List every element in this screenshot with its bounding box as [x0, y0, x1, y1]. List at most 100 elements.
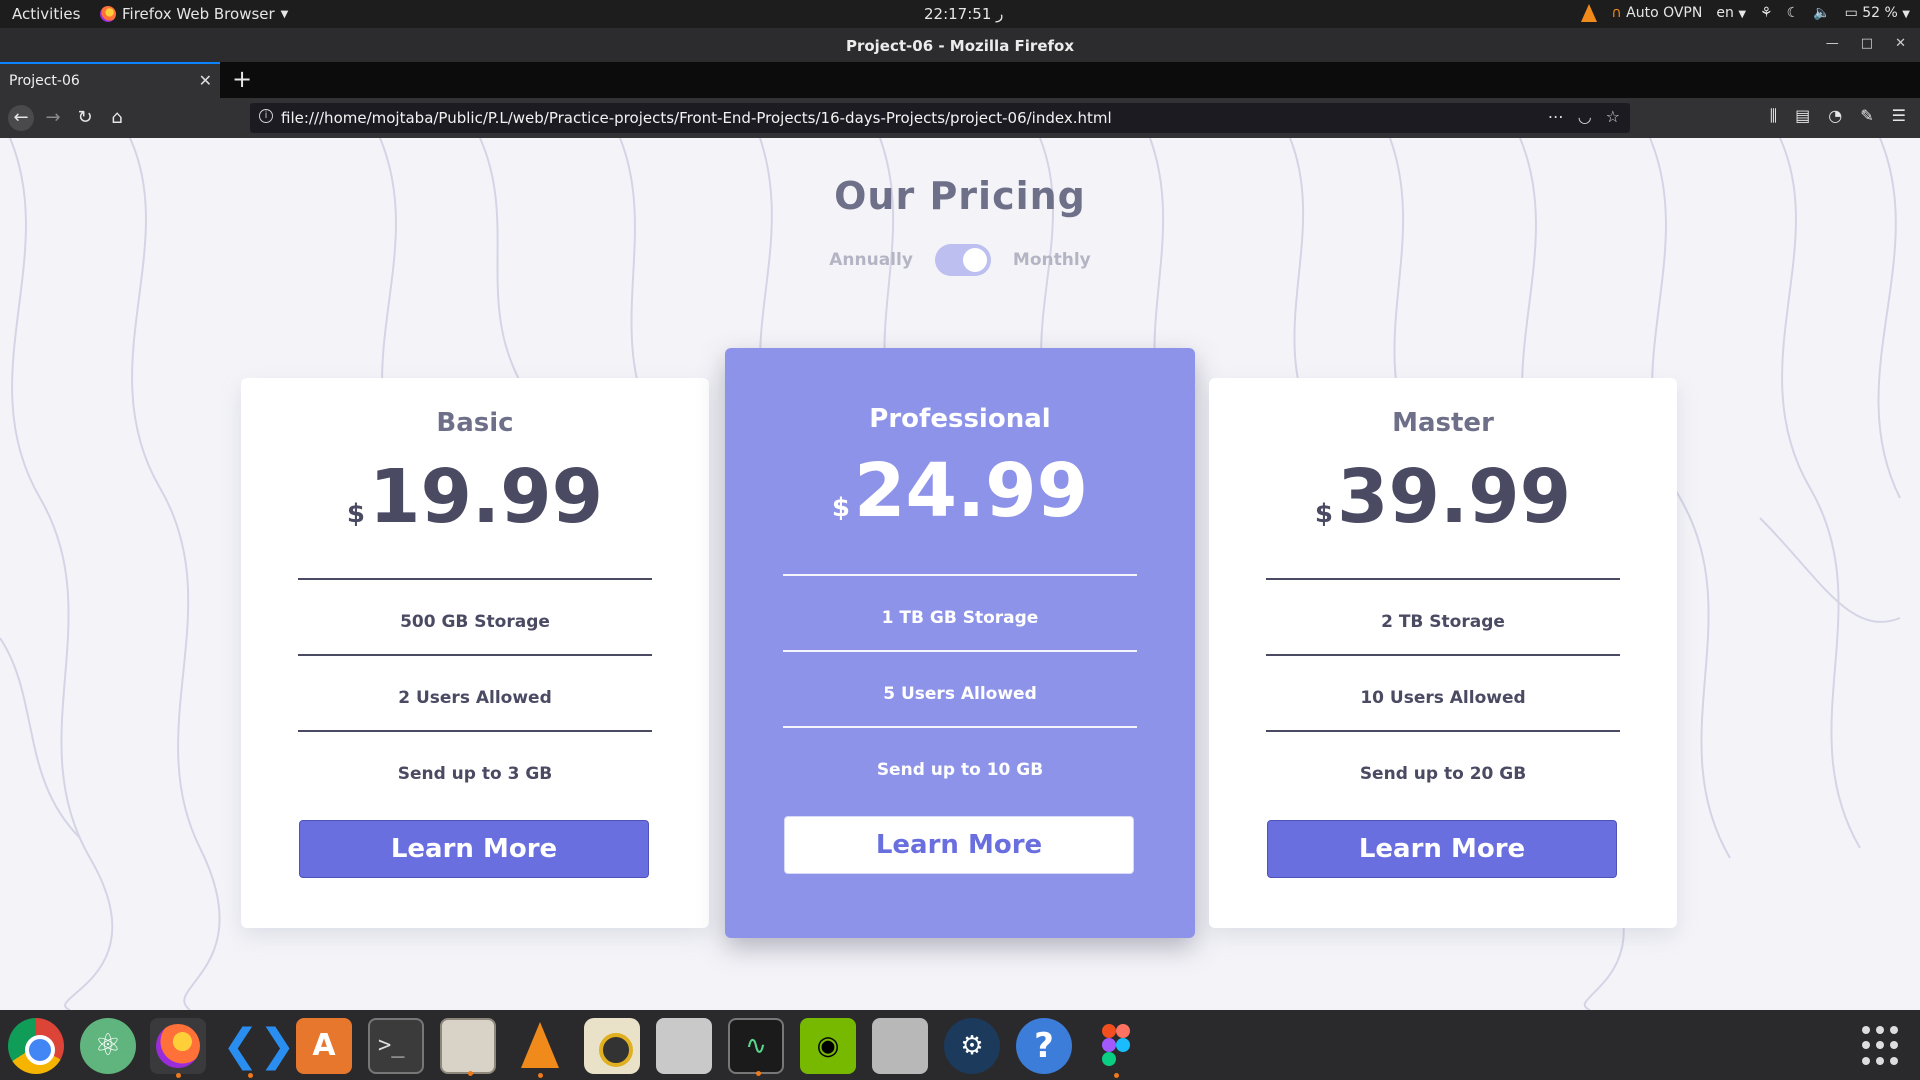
pricing-card-professional: Professional $24.99 1 TB GB Storage 5 Us…: [725, 348, 1195, 938]
plan-price: $39.99: [1209, 454, 1677, 540]
billing-toggle-row: Annually Monthly: [0, 244, 1920, 276]
divider: [298, 730, 652, 732]
vscode-icon[interactable]: ❮❯: [222, 1018, 296, 1078]
feature-storage: 500 GB Storage: [400, 612, 550, 632]
learn-more-button-basic[interactable]: Learn More: [299, 820, 649, 878]
battery-icon: ▭: [1844, 5, 1858, 21]
feature-storage: 2 TB Storage: [1381, 612, 1505, 632]
window-title-bar: Project-06 - Mozilla Firefox — □ ✕: [0, 28, 1920, 62]
plan-name: Basic: [436, 408, 514, 438]
clock[interactable]: 22:17:51 ر: [924, 5, 1003, 23]
price-amount: 39.99: [1337, 454, 1572, 540]
vlc-tray-icon[interactable]: [1581, 4, 1598, 22]
volume-icon[interactable]: 🔈: [1813, 5, 1830, 21]
tab-label: Project-06: [9, 73, 80, 89]
tab-strip: Project-06 ✕ +: [0, 62, 1920, 98]
navigation-toolbar: ← → ↻ ⌂ i file:///home/mojtaba/Public/P.…: [0, 98, 1920, 138]
plan-price: $24.99: [725, 448, 1195, 534]
feature-users: 2 Users Allowed: [398, 688, 552, 708]
feature-users: 5 Users Allowed: [883, 684, 1037, 704]
menu-icon[interactable]: ☰: [1892, 106, 1906, 126]
nvidia-icon[interactable]: ◉: [800, 1018, 856, 1074]
currency-symbol: $: [1314, 499, 1333, 529]
bookmark-star-icon[interactable]: ☆: [1606, 107, 1620, 126]
feature-storage: 1 TB GB Storage: [881, 608, 1039, 628]
learn-more-button-professional[interactable]: Learn More: [784, 816, 1134, 874]
window-title: Project-06 - Mozilla Firefox: [845, 37, 1075, 55]
forward-icon[interactable]: →: [40, 105, 66, 131]
url-bar[interactable]: i file:///home/mojtaba/Public/P.L/web/Pr…: [250, 103, 1630, 133]
url-text[interactable]: file:///home/mojtaba/Public/P.L/web/Prac…: [281, 109, 1112, 127]
language-label: en: [1716, 5, 1734, 21]
steam-icon[interactable]: ⚙: [944, 1018, 1000, 1074]
software-center-icon[interactable]: A: [296, 1018, 352, 1074]
maximize-icon[interactable]: □: [1861, 36, 1873, 51]
page-viewport: Our Pricing Annually Monthly Basic $19.9…: [0, 138, 1920, 1010]
currency-symbol: $: [346, 499, 365, 529]
close-icon[interactable]: ✕: [1895, 36, 1906, 51]
billing-toggle[interactable]: [934, 244, 991, 276]
dock: ⚛ ❮❯ A >_ ∿ ◉ ⚙ ?: [0, 1010, 1920, 1080]
system-monitor-icon[interactable]: ∿: [728, 1018, 784, 1076]
reload-icon[interactable]: ↻: [72, 105, 98, 131]
battery-indicator[interactable]: ▭ 52 % ▼: [1845, 5, 1910, 21]
home-icon[interactable]: ⌂: [104, 105, 130, 131]
library-icon[interactable]: ⫼: [1770, 106, 1777, 126]
app-menu[interactable]: Firefox Web Browser ▼: [100, 5, 288, 23]
figma-icon[interactable]: [1088, 1018, 1144, 1078]
divider: [298, 654, 652, 656]
system-top-bar: Activities Firefox Web Browser ▼ 22:17:5…: [0, 0, 1920, 28]
tab-project-06[interactable]: Project-06 ✕: [0, 62, 220, 98]
firefox-icon[interactable]: [150, 1018, 206, 1078]
page-title: Our Pricing: [834, 174, 1086, 218]
tab-close-icon[interactable]: ✕: [199, 71, 212, 90]
divider: [1266, 730, 1620, 732]
night-light-icon[interactable]: ☾: [1787, 5, 1800, 21]
plan-name: Professional: [869, 404, 1051, 434]
extension-icon[interactable]: ✎: [1860, 106, 1873, 126]
chevron-down-icon: ▼: [1738, 9, 1747, 20]
transmission-icon[interactable]: [872, 1018, 928, 1074]
help-icon[interactable]: ?: [1016, 1018, 1072, 1074]
back-icon[interactable]: ←: [8, 105, 34, 131]
vpn-label: Auto OVPN: [1626, 5, 1703, 21]
atom-icon[interactable]: ⚛: [80, 1018, 136, 1074]
divider: [1266, 578, 1620, 580]
vpn-indicator[interactable]: ∩ Auto OVPN: [1611, 5, 1702, 21]
activities-button[interactable]: Activities: [12, 5, 80, 23]
files-icon[interactable]: [440, 1018, 496, 1076]
page-actions-icon[interactable]: ⋯: [1548, 107, 1564, 126]
rhythmbox-icon[interactable]: [584, 1018, 640, 1074]
currency-symbol: $: [831, 493, 850, 523]
feature-users: 10 Users Allowed: [1360, 688, 1526, 708]
price-amount: 19.99: [369, 454, 604, 540]
new-tab-icon[interactable]: +: [232, 65, 252, 93]
learn-more-button-master[interactable]: Learn More: [1267, 820, 1617, 878]
toggle-label-monthly[interactable]: Monthly: [1013, 250, 1091, 270]
divider: [783, 650, 1137, 652]
toggle-label-annually[interactable]: Annually: [829, 250, 913, 270]
price-amount: 24.99: [854, 448, 1089, 534]
battery-label: 52 %: [1862, 5, 1898, 21]
site-info-icon[interactable]: i: [259, 109, 273, 123]
feature-send: Send up to 10 GB: [876, 760, 1044, 780]
chrome-icon[interactable]: [8, 1018, 64, 1074]
network-icon[interactable]: ⚘: [1760, 5, 1773, 21]
chevron-down-icon: ▼: [1902, 9, 1910, 20]
show-applications-icon[interactable]: [1862, 1026, 1902, 1066]
feature-send: Send up to 20 GB: [1359, 764, 1527, 784]
language-indicator[interactable]: en ▼: [1716, 5, 1746, 21]
sidebar-icon[interactable]: ▤: [1795, 106, 1810, 126]
firefox-icon: [100, 6, 116, 22]
pocket-icon[interactable]: ◡: [1578, 107, 1592, 126]
sync-icon[interactable]: ◔: [1828, 106, 1842, 126]
pricing-card-basic: Basic $19.99 500 GB Storage 2 Users Allo…: [241, 378, 709, 928]
divider: [1266, 654, 1620, 656]
terminal-icon[interactable]: >_: [368, 1018, 424, 1074]
vlc-icon[interactable]: [512, 1018, 568, 1078]
chevron-down-icon: ▼: [280, 8, 289, 20]
pricing-card-master: Master $39.99 2 TB Storage 10 Users Allo…: [1209, 378, 1677, 928]
mixer-icon[interactable]: [656, 1018, 712, 1074]
minimize-icon[interactable]: —: [1826, 36, 1839, 51]
plan-price: $19.99: [241, 454, 709, 540]
